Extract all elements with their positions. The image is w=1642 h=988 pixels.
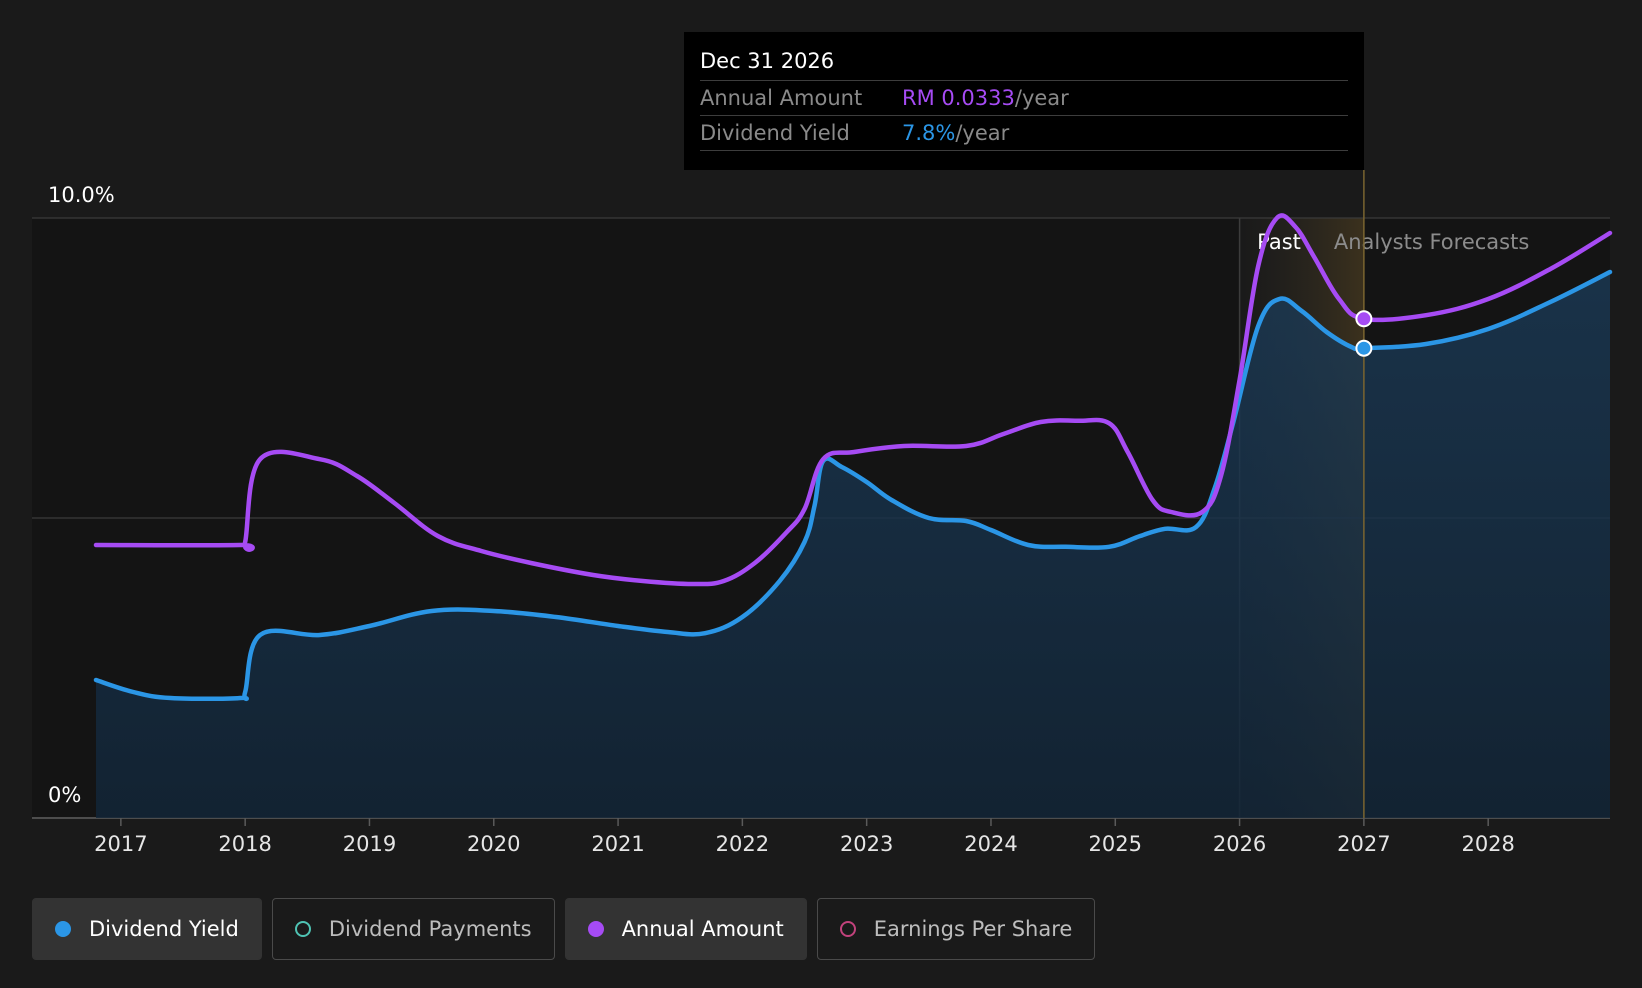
- legend-label: Dividend Yield: [89, 917, 239, 941]
- x-tick-label: 2024: [964, 832, 1017, 856]
- chart-legend: Dividend Yield Dividend Payments Annual …: [32, 898, 1096, 960]
- legend-dot-icon: [55, 921, 71, 937]
- hover-point-dividend-yield: [1355, 339, 1373, 357]
- legend-label: Earnings Per Share: [873, 917, 1073, 941]
- tooltip-label: Annual Amount: [700, 86, 863, 110]
- x-tick-label: 2017: [94, 832, 147, 856]
- x-tick-label: 2021: [591, 832, 644, 856]
- x-tick-label: 2028: [1461, 832, 1514, 856]
- legend-dot-icon: [587, 921, 604, 937]
- tooltip-date: Dec 31 2026: [700, 49, 835, 73]
- x-tick-label: 2023: [840, 832, 893, 856]
- tooltip-label: Dividend Yield: [700, 121, 850, 145]
- x-tick-label: 2019: [343, 832, 396, 856]
- legend-annual-amount[interactable]: Annual Amount: [564, 898, 807, 960]
- legend-label: Annual Amount: [621, 917, 784, 941]
- tooltip-unit: /year: [1014, 86, 1069, 110]
- y-tick-label: 0%: [48, 783, 81, 807]
- legend-ring-icon: [839, 921, 856, 937]
- tooltip-value: RM 0.0333: [902, 86, 1015, 110]
- x-tick-label: 2022: [716, 832, 769, 856]
- legend-earnings-per-share[interactable]: Earnings Per Share: [816, 898, 1096, 960]
- x-tick-label: 2026: [1213, 832, 1266, 856]
- x-tick-label: 2020: [467, 832, 520, 856]
- legend-dividend-payments[interactable]: Dividend Payments: [271, 898, 555, 960]
- legend-label: Dividend Payments: [328, 917, 532, 941]
- tooltip-unit: /year: [955, 121, 1010, 145]
- x-tick-label: 2027: [1337, 832, 1390, 856]
- x-tick-label: 2018: [218, 832, 271, 856]
- chart-tooltip: Dec 31 2026 Annual Amount RM 0.0333 /yea…: [684, 32, 1364, 170]
- tooltip-row-annual-amount: Annual Amount RM 0.0333 /year: [700, 80, 1348, 115]
- tooltip-row-dividend-yield: Dividend Yield 7.8% /year: [700, 115, 1348, 151]
- y-tick-label: 10.0%: [48, 183, 115, 207]
- legend-ring-icon: [294, 921, 311, 937]
- tooltip-value: 7.8%: [902, 121, 956, 145]
- hover-point-annual-amount: [1355, 310, 1373, 328]
- legend-dividend-yield[interactable]: Dividend Yield: [32, 898, 262, 960]
- x-tick-label: 2025: [1089, 832, 1142, 856]
